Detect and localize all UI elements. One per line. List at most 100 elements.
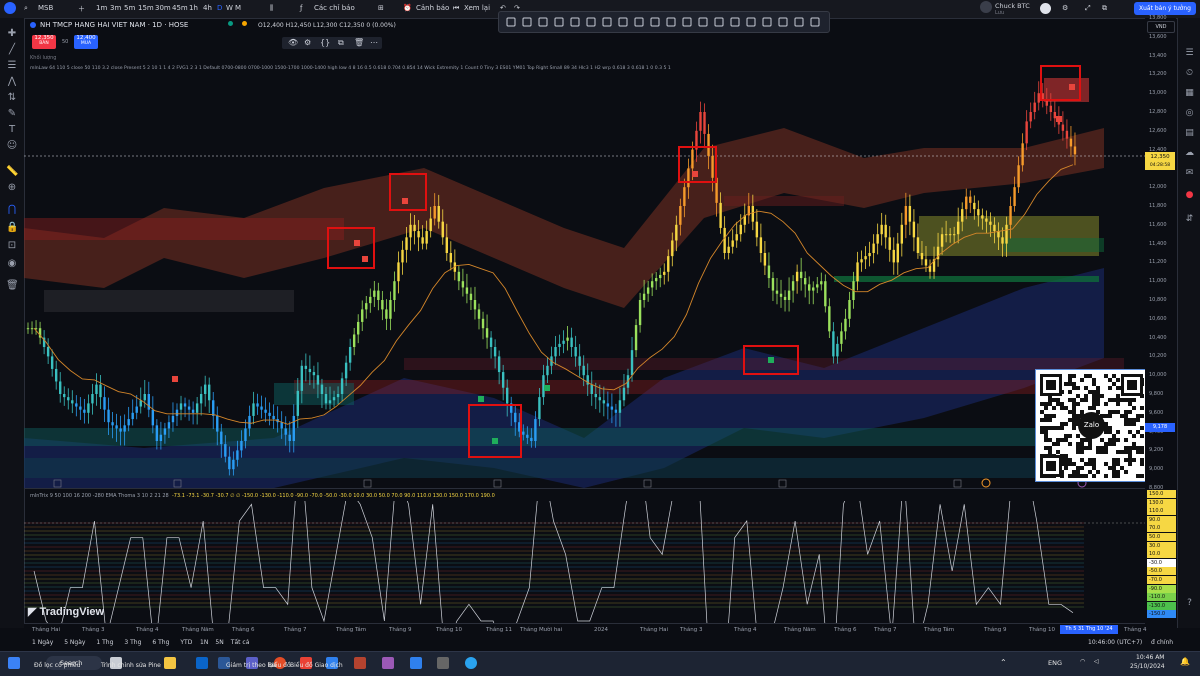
ruler-icon[interactable]: 📏 [6, 166, 18, 178]
help-icon[interactable]: ? [1184, 598, 1195, 609]
chart-type-icon[interactable]: ⫼ [270, 4, 273, 13]
oscillator-pane[interactable]: mlnTrix 9 50 100 16 200 -280 EMA Thoma 3… [24, 488, 1145, 624]
chat-icon[interactable]: ✉ [1184, 168, 1195, 179]
interval-1m[interactable]: 1m [96, 4, 107, 12]
time-scale[interactable]: Tháng Hai Tháng 3 Tháng 4 Tháng Năm Tháng 6 T… [24, 623, 1146, 636]
text-icon[interactable]: T [6, 124, 18, 136]
taskbar-item[interactable]: Trình chỉnh sửa Pine [101, 662, 161, 669]
interval-5m[interactable]: 5m [124, 4, 135, 12]
oscillator-settings[interactable]: mlnTrix 9 50 100 16 200 -280 EMA Thoma 3… [30, 493, 169, 499]
publish-idea-button[interactable]: Xuất bản ý tưởng [1134, 2, 1196, 15]
currency-selector[interactable]: VND [1147, 21, 1175, 33]
crosshair-icon[interactable]: ✚ [6, 28, 18, 40]
replay-button[interactable]: Xem lại [464, 4, 490, 12]
oscillator-canvas[interactable] [24, 501, 1145, 624]
indicators-button[interactable]: Các chỉ báo [314, 4, 355, 12]
candle-body [1065, 130, 1069, 139]
calendar-icon[interactable]: ▤ [1184, 128, 1195, 139]
zone-box [24, 218, 344, 240]
lock-icon[interactable]: ⊡ [6, 240, 18, 252]
interval-1h[interactable]: 1h [189, 4, 198, 12]
alerts-clock-icon[interactable]: ⏲ [1184, 68, 1195, 79]
interval-D[interactable]: D [217, 4, 222, 12]
snapshot-icon[interactable]: ⧉ [1102, 4, 1107, 13]
candle-body [654, 278, 658, 282]
notifications-icon[interactable]: ● [1184, 190, 1195, 201]
interval-15m[interactable]: 15m [138, 4, 154, 12]
wifi-icon[interactable]: ◠ [1080, 658, 1085, 665]
symbol-search-icon[interactable]: ⌕ [24, 4, 28, 13]
alert-button[interactable]: Cảnh báo [416, 4, 449, 12]
input-language[interactable]: ENG [1048, 659, 1062, 667]
watchlist-icon[interactable]: ☰ [1184, 48, 1195, 59]
trash-icon[interactable]: 🗑 [6, 280, 19, 292]
explorer-icon[interactable] [164, 657, 176, 669]
templates-icon[interactable]: ⊞ [378, 4, 384, 12]
symbol-search-input[interactable]: MSB [38, 4, 53, 12]
taskbar-clock[interactable]: 10:46 AM [1136, 654, 1164, 661]
volume-icon[interactable]: ◁ [1094, 658, 1099, 665]
app-icon[interactable] [354, 657, 366, 669]
taskbar-item[interactable]: Biểu đồ [268, 662, 291, 669]
interval-4h[interactable]: 4h [203, 4, 212, 12]
forecast-icon[interactable]: ⇅ [6, 92, 18, 104]
interval-3m[interactable]: 3m [110, 4, 121, 12]
candle-body [522, 431, 525, 435]
range-button[interactable]: 1 Thg [96, 639, 113, 646]
range-button[interactable]: 1N [200, 639, 208, 646]
interval-30m[interactable]: 30m [155, 4, 171, 12]
time-label: Tháng 7 [284, 627, 307, 633]
candle-body [199, 394, 203, 404]
taskbar-item[interactable]: Biểu đồ Giao dịch [290, 662, 343, 669]
windows-start-icon[interactable] [8, 657, 20, 669]
range-button[interactable]: 5 Ngày [64, 639, 85, 646]
replay-icon[interactable]: ⏮ [453, 4, 459, 13]
zoom-icon[interactable]: ⊕ [6, 182, 18, 194]
range-button[interactable]: Tất cả [231, 639, 250, 646]
indicators-icon[interactable]: ƒ [300, 4, 302, 12]
magnet-icon[interactable]: ⋂ [6, 204, 18, 216]
range-button[interactable]: 5N [215, 639, 223, 646]
notification-bell-icon[interactable]: 🔔 [1180, 657, 1190, 666]
candle-body [159, 434, 163, 441]
fullscreen-icon[interactable]: ⤢ [1085, 4, 1091, 13]
layout-name[interactable]: Chuck BTC [995, 2, 1030, 10]
taskbar-date[interactable]: 25/10/2024 [1130, 663, 1165, 670]
app-icon[interactable] [437, 657, 449, 669]
emoji-icon[interactable]: ☺ [6, 140, 18, 152]
dom-icon[interactable]: ⇵ [1184, 214, 1195, 225]
outlook-icon[interactable] [196, 657, 208, 669]
app-icon[interactable] [410, 657, 422, 669]
layout-save-icon[interactable] [1040, 3, 1051, 14]
range-button[interactable]: 3 Thg [124, 639, 141, 646]
interval-M[interactable]: M [235, 4, 241, 12]
hide-drawings-icon[interactable]: ◉ [6, 258, 18, 270]
brush-icon[interactable]: ✎ [6, 108, 18, 120]
data-window-icon[interactable]: ▦ [1184, 88, 1195, 99]
range-button[interactable]: YTD [180, 639, 192, 646]
adjustment-toggle[interactable]: đ chính [1151, 639, 1173, 646]
alert-icon[interactable]: ⏰ [403, 4, 412, 12]
candle-body [812, 287, 815, 291]
app-icon[interactable] [382, 657, 394, 669]
price-chart-canvas[interactable] [24, 18, 1145, 488]
telegram-icon[interactable] [465, 657, 477, 669]
oscillator-scale[interactable]: 150.0 130.0 110.0 90.0 70.0 50.0 30.0 10.0 -30.0… [1145, 488, 1176, 623]
range-button[interactable]: 6 Thg [152, 639, 169, 646]
taskbar-item[interactable]: Đồ lọc cổ phiếu [34, 662, 80, 669]
price-scale[interactable]: VND 13,800 13,600 13,400 13,200 13,000 12,800… [1145, 15, 1176, 491]
clock-readout[interactable]: 10:46:00 (UTC+7) [1088, 639, 1142, 646]
range-button[interactable]: 1 Ngày [32, 639, 53, 646]
hotlist-icon[interactable]: ◎ [1184, 108, 1195, 119]
pattern-icon[interactable]: ⋀ [6, 76, 18, 88]
interval-45m[interactable]: 45m [172, 4, 188, 12]
account-avatar[interactable] [4, 2, 16, 14]
trendline-icon[interactable]: ╱ [6, 44, 18, 56]
add-symbol-icon[interactable]: ＋ [78, 4, 85, 14]
ideas-icon[interactable]: ☁ [1184, 148, 1195, 159]
settings-icon[interactable]: ⚙ [1062, 4, 1068, 12]
lock-drawings-icon[interactable]: 🔒 [6, 222, 18, 234]
fib-icon[interactable]: ☰ [6, 60, 18, 72]
tray-chevron-icon[interactable]: ⌃ [1000, 658, 1007, 667]
interval-W[interactable]: W [226, 4, 233, 12]
